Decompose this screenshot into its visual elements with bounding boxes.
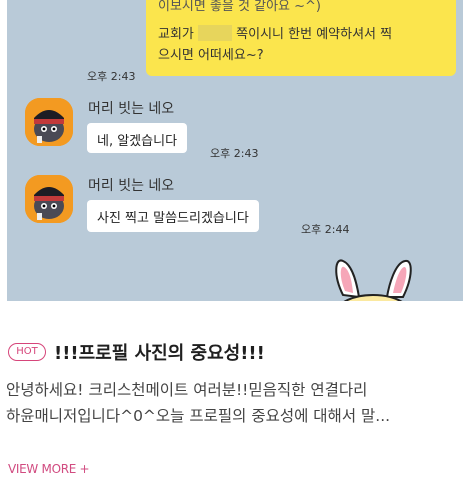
- neo-character-icon: [25, 175, 73, 223]
- excerpt-line: 안녕하세요! 크리스천메이트 여러분!!믿음직한 연결다리: [6, 381, 368, 399]
- my-message-text-c: 으시면 어떠세요~?: [158, 48, 264, 63]
- sender-avatar: [25, 175, 73, 223]
- chat-screenshot: 이보시면 좋을 것 같아요 ~^) 교회가 쪽이시니 한번 예약하셔서 찍 으시…: [7, 0, 463, 301]
- my-message-cut-line: 이보시면 좋을 것 같아요 ~^): [158, 0, 321, 14]
- my-message-text-a: 교회가: [158, 27, 194, 42]
- sender-name: 머리 빗는 네오: [88, 178, 175, 194]
- neo-character-icon: [25, 98, 73, 146]
- view-more-link[interactable]: VIEW MORE +: [8, 462, 90, 476]
- sender-name: 머리 빗는 네오: [88, 101, 175, 117]
- hot-badge: HOT: [8, 343, 46, 361]
- timestamp: 오후 2:43: [87, 70, 136, 83]
- received-message-bubble: 네, 알겠습니다: [87, 123, 188, 153]
- received-message-bubble: 사진 찍고 말씀드리겠습니다: [87, 200, 259, 232]
- timestamp: 오후 2:43: [210, 147, 259, 160]
- post-excerpt: 안녕하세요! 크리스천메이트 여러분!!믿음직한 연결다리 하윤매니저입니다^0…: [6, 377, 466, 429]
- my-message-text-b: 쪽이시니 한번 예약하셔서 찍: [236, 27, 393, 42]
- excerpt-line: 하윤매니저입니다^0^오늘 프로필의 중요성에 대해서 말...: [6, 407, 391, 425]
- my-message-bubble: 이보시면 좋을 것 같아요 ~^) 교회가 쪽이시니 한번 예약하셔서 찍 으시…: [146, 0, 456, 76]
- sender-avatar: [25, 98, 73, 146]
- bunny-emoticon-icon: [335, 259, 412, 301]
- post-card[interactable]: 이보시면 좋을 것 같아요 ~^) 교회가 쪽이시니 한번 예약하셔서 찍 으시…: [0, 0, 472, 486]
- timestamp: 오후 2:44: [301, 223, 350, 236]
- post-title[interactable]: !!!프로필 사진의 중요성!!!: [54, 339, 265, 365]
- redacted-block: [198, 25, 233, 41]
